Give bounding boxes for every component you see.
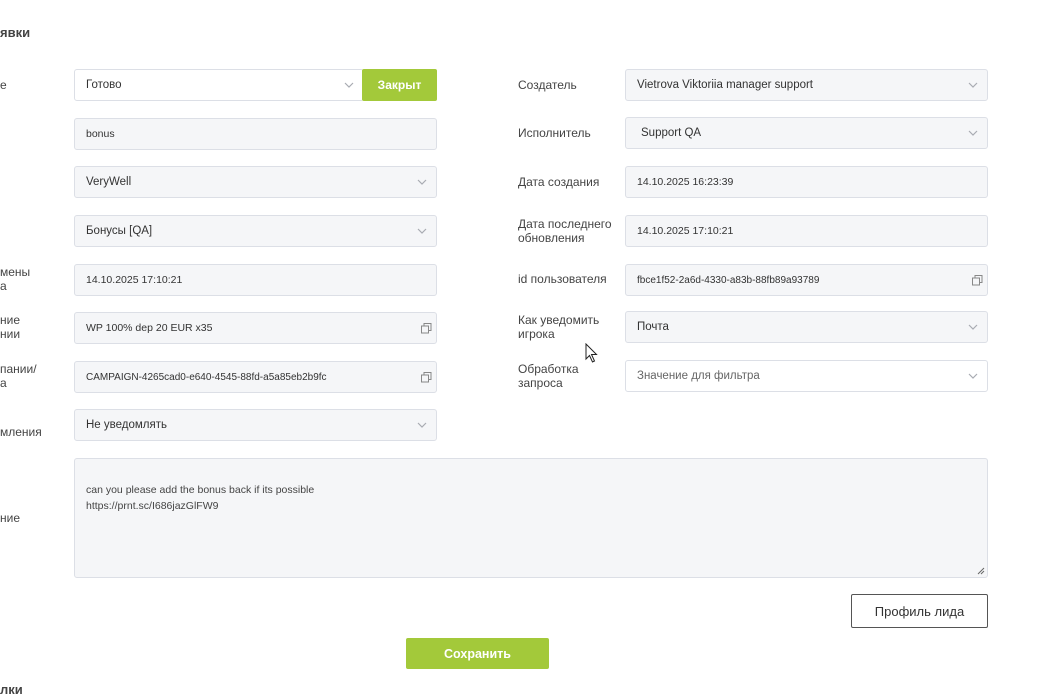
chevron-down-icon bbox=[408, 422, 436, 428]
chevron-down-icon bbox=[959, 324, 987, 330]
copy-icon[interactable] bbox=[416, 371, 436, 383]
chevron-down-icon bbox=[959, 130, 987, 136]
updated-label: Дата последнего обновления bbox=[518, 217, 612, 245]
updated-value: 14.10.2025 17:10:21 bbox=[637, 225, 734, 237]
user-id-field: fbce1f52-2a6d-4330-a83b-88fb89a93789 bbox=[625, 264, 988, 296]
status-select[interactable]: Готово bbox=[74, 69, 364, 101]
tag-value: bonus bbox=[86, 128, 115, 140]
bottom-section-title: лки bbox=[0, 682, 23, 697]
change-date-label: мены а bbox=[0, 265, 31, 293]
brand-value: VeryWell bbox=[86, 176, 132, 188]
comment-text: can you please add the bonus back if its… bbox=[86, 484, 315, 512]
bonus-name-label: ние нии bbox=[0, 313, 21, 341]
tag-field[interactable]: bonus bbox=[74, 118, 437, 150]
executor-select[interactable]: Support QA bbox=[625, 117, 988, 149]
notify-value: Не уведомлять bbox=[86, 419, 167, 431]
lead-profile-button[interactable]: Профиль лида bbox=[851, 594, 988, 628]
chevron-down-icon bbox=[959, 373, 987, 379]
status-label: е bbox=[0, 78, 7, 92]
processing-placeholder: Значение для фильтра bbox=[637, 370, 760, 382]
mouse-cursor-icon bbox=[585, 343, 598, 363]
created-value: 14.10.2025 16:23:39 bbox=[637, 176, 734, 188]
notify-player-label: Как уведомить игрока bbox=[518, 313, 600, 341]
chevron-down-icon bbox=[408, 179, 436, 185]
created-field: 14.10.2025 16:23:39 bbox=[625, 166, 988, 198]
notify-player-select[interactable]: Почта bbox=[625, 311, 988, 343]
updated-field: 14.10.2025 17:10:21 bbox=[625, 215, 988, 247]
user-id-label: id пользователя bbox=[518, 272, 607, 286]
save-button[interactable]: Сохранить bbox=[406, 638, 549, 669]
campaign-id-value: CAMPAIGN-4265cad0-e640-4545-88fd-a5a85eb… bbox=[86, 371, 327, 383]
status-value: Готово bbox=[86, 79, 122, 91]
chevron-down-icon bbox=[959, 82, 987, 88]
executor-value: Support QA bbox=[641, 127, 702, 139]
processing-select[interactable]: Значение для фильтра bbox=[625, 360, 988, 392]
comment-textarea[interactable]: can you please add the bonus back if its… bbox=[74, 458, 988, 578]
user-id-value: fbce1f52-2a6d-4330-a83b-88fb89a93789 bbox=[637, 274, 820, 286]
campaign-id-label: пании/ а bbox=[0, 362, 37, 390]
section-title: явки bbox=[0, 25, 31, 40]
chevron-down-icon bbox=[408, 228, 436, 234]
creator-select[interactable]: Vietrova Viktoriia manager support bbox=[625, 69, 988, 101]
executor-label: Исполнитель bbox=[518, 126, 591, 140]
creator-label: Создатель bbox=[518, 78, 577, 92]
change-date-value: 14.10.2025 17:10:21 bbox=[86, 274, 183, 286]
chevron-down-icon bbox=[335, 82, 363, 88]
notify-label: мления bbox=[0, 425, 42, 439]
brand-select[interactable]: VeryWell bbox=[74, 166, 437, 198]
creator-value: Vietrova Viktoriia manager support bbox=[637, 79, 814, 91]
notify-select[interactable]: Не уведомлять bbox=[74, 409, 437, 441]
notify-player-value: Почта bbox=[637, 321, 669, 333]
category-value: Бонусы [QA] bbox=[86, 225, 153, 237]
campaign-id-field: CAMPAIGN-4265cad0-e640-4545-88fd-a5a85eb… bbox=[74, 361, 437, 393]
category-select[interactable]: Бонусы [QA] bbox=[74, 215, 437, 247]
processing-label: Обработка запроса bbox=[518, 362, 579, 390]
change-date-field: 14.10.2025 17:10:21 bbox=[74, 264, 437, 296]
copy-icon[interactable] bbox=[967, 274, 987, 286]
copy-icon[interactable] bbox=[416, 322, 436, 334]
comment-label: ние bbox=[0, 511, 21, 525]
created-label: Дата создания bbox=[518, 175, 600, 189]
resize-handle-icon[interactable] bbox=[977, 567, 985, 575]
bonus-name-value: WP 100% dep 20 EUR x35 bbox=[86, 322, 213, 334]
close-button[interactable]: Закрыт bbox=[362, 69, 437, 101]
bonus-name-field: WP 100% dep 20 EUR x35 bbox=[74, 312, 437, 344]
